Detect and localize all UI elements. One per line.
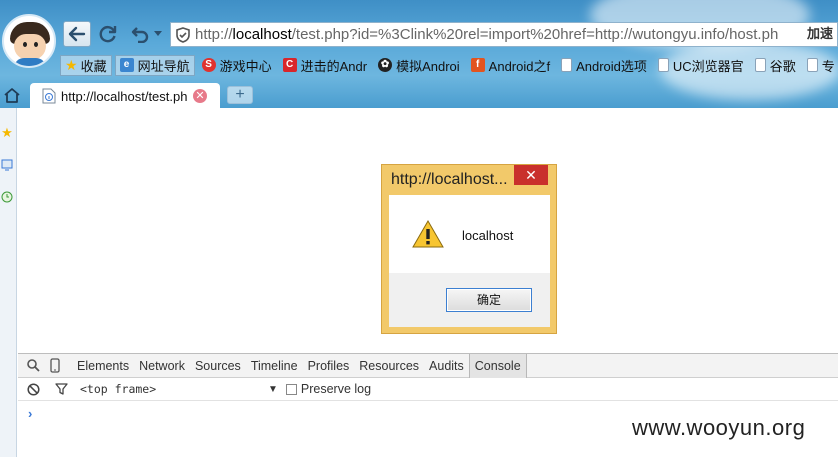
tab-strip: http://localhost/test.ph ✕ + [0, 82, 838, 108]
page-icon [806, 58, 818, 72]
watermark: www.wooyun.org [632, 415, 806, 440]
monitor-icon[interactable] [0, 158, 14, 172]
bookmark-item[interactable]: ✿ 模拟Androi [374, 55, 464, 76]
browser-chrome: http://localhost/test.php?id=%3Clink%20r… [0, 0, 838, 108]
chevron-down-icon[interactable]: ▼ [268, 384, 278, 395]
device-mode-icon[interactable] [46, 357, 64, 375]
bookmark-item[interactable]: C 进击的Andr [279, 55, 371, 76]
dialog-body: localhost [389, 195, 550, 273]
page-icon [657, 58, 669, 72]
history-icon[interactable] [0, 190, 14, 204]
page-icon [754, 58, 766, 72]
bookmark-item[interactable]: UC浏览器官 [654, 55, 748, 76]
c-icon: C [282, 58, 297, 72]
devtools-toolbar: Elements Network Sources Timeline Profil… [18, 353, 838, 378]
bookmark-label: 游戏中心 [219, 58, 272, 74]
url-text[interactable]: http://localhost/test.php?id=%3Clink%20r… [195, 26, 778, 43]
devtools-tab-audits[interactable]: Audits [424, 354, 469, 378]
bookmark-label: 进击的Andr [300, 58, 368, 74]
user-avatar[interactable] [2, 14, 56, 68]
bookmark-item[interactable]: Android选项 [557, 55, 651, 76]
bookmark-item[interactable]: 谷歌 [751, 55, 800, 76]
accelerate-button[interactable]: 加速 [802, 23, 837, 46]
dialog-close-button[interactable]: ✕ [514, 165, 548, 185]
bookmark-label: Android选项 [576, 58, 647, 74]
refresh-icon [99, 26, 117, 43]
undo-icon [131, 27, 148, 43]
nav-icon: e [119, 58, 134, 72]
inspect-search-icon[interactable] [24, 357, 42, 375]
f-icon: f [470, 58, 485, 72]
shield-icon [171, 23, 195, 46]
page-info-icon [42, 88, 56, 104]
arrow-left-icon [68, 26, 86, 42]
bookmark-game-center[interactable]: S 游戏中心 [198, 55, 276, 76]
tab-title: http://localhost/test.ph [61, 88, 188, 104]
bookmark-label: 谷歌 [769, 58, 796, 74]
game-icon: S [201, 58, 216, 72]
bookmark-item[interactable]: f Android之f [467, 55, 554, 76]
console-toolbar: <top frame> ▼ Preserve log [18, 378, 838, 401]
filter-icon[interactable] [52, 380, 70, 398]
home-button[interactable] [2, 85, 22, 105]
bookmark-label: 专 [821, 58, 835, 74]
undo-close-tab-button[interactable] [128, 21, 164, 47]
devtools-tab-console[interactable]: Console [468, 353, 527, 378]
bookmark-label: 收藏 [80, 58, 107, 74]
bookmark-label: UC浏览器官 [672, 58, 744, 74]
alert-dialog: http://localhost... ✕ localhost 确定 [381, 164, 557, 334]
bookmark-label: 网址导航 [137, 58, 190, 74]
new-tab-button[interactable]: + [227, 86, 253, 104]
page-icon [561, 58, 573, 72]
tab-active[interactable]: http://localhost/test.ph ✕ [30, 83, 220, 108]
star-icon: ★ [65, 56, 78, 73]
refresh-button[interactable] [95, 21, 121, 47]
address-bar[interactable]: http://localhost/test.php?id=%3Clink%20r… [170, 22, 838, 47]
bookmark-nav[interactable]: e 网址导航 [114, 54, 195, 76]
console-prompt[interactable]: › [28, 406, 32, 421]
browser-sidebar: ★ [0, 108, 17, 457]
devtools-tab-profiles[interactable]: Profiles [303, 354, 355, 378]
bookmark-label: Android之f [488, 58, 551, 74]
devtools-tab-sources[interactable]: Sources [190, 354, 246, 378]
back-button[interactable] [63, 21, 91, 47]
paw-icon: ✿ [378, 58, 393, 72]
chevron-down-icon [153, 31, 162, 36]
home-icon [4, 87, 20, 103]
frame-selector[interactable]: <top frame> [80, 382, 268, 396]
dialog-message: localhost [462, 228, 514, 243]
bookmark-label: 模拟Androi [396, 58, 460, 74]
clear-console-icon[interactable] [24, 380, 42, 398]
devtools-tab-network[interactable]: Network [134, 354, 190, 378]
dialog-footer: 确定 [389, 273, 550, 327]
warning-icon [412, 220, 444, 248]
dialog-title: http://localhost... [391, 171, 508, 188]
preserve-log-label: Preserve log [300, 382, 372, 396]
devtools-tab-timeline[interactable]: Timeline [246, 354, 303, 378]
bookmarks-bar: ★ 收藏 e 网址导航 S 游戏中心 C 进击的Andr ✿ 模拟Androi … [60, 54, 838, 76]
devtools-panel: Elements Network Sources Timeline Profil… [18, 353, 838, 457]
bookmark-favorites[interactable]: ★ 收藏 [60, 54, 112, 76]
close-tab-icon[interactable]: ✕ [193, 89, 207, 103]
star-icon[interactable]: ★ [0, 125, 14, 140]
devtools-tab-resources[interactable]: Resources [354, 354, 424, 378]
bookmark-item[interactable]: 专 [803, 55, 838, 76]
devtools-tab-elements[interactable]: Elements [72, 354, 134, 378]
ok-button[interactable]: 确定 [446, 288, 532, 312]
preserve-log-checkbox[interactable] [285, 383, 297, 395]
